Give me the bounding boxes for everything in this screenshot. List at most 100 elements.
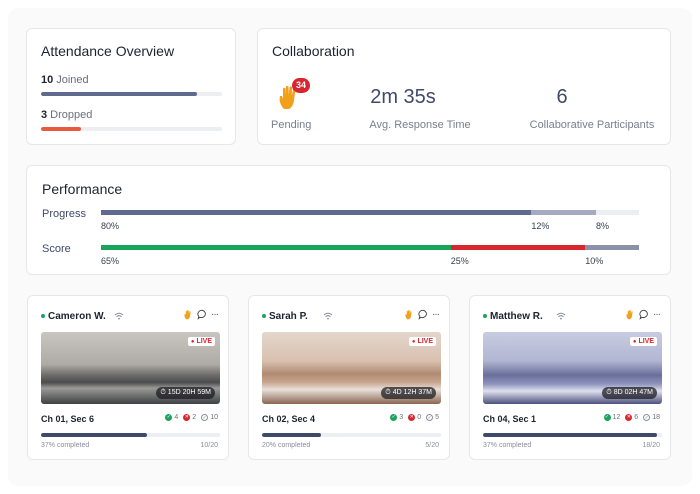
live-badge: LIVE	[629, 337, 657, 346]
close-icon: ✕	[183, 414, 191, 421]
card-actions: ···	[404, 309, 440, 320]
wifi-icon	[323, 312, 332, 320]
score-segment-label: 10%	[585, 256, 604, 266]
progress-segment-label: 8%	[595, 221, 609, 231]
wifi-icon	[556, 312, 566, 320]
more-options-icon[interactable]: ···	[432, 309, 440, 320]
dropped-stat: 3 Dropped	[41, 109, 92, 121]
more-options-icon[interactable]: ···	[211, 309, 219, 320]
student-name: Cameron W.	[48, 311, 106, 322]
response-time-label: Avg. Response Time	[369, 119, 471, 131]
chapter-section: Ch 04, Sec 1	[483, 414, 537, 424]
session-progress-bar	[262, 433, 441, 437]
live-badge: LIVE	[187, 337, 215, 346]
attendance-title: Attendance Overview	[41, 43, 175, 59]
progress-segment-label: 12%	[531, 221, 550, 231]
dropped-count: 3	[41, 109, 48, 121]
done-count: ✓ 5	[426, 414, 439, 421]
progress-ratio: 18/20	[642, 442, 660, 449]
dropped-label: Dropped	[50, 109, 93, 121]
done-count: ✓ 18	[643, 414, 660, 421]
joined-bar	[41, 92, 222, 96]
card-actions: ···	[183, 309, 219, 320]
student-name: Matthew R.	[490, 311, 543, 322]
joined-bar-fill	[41, 92, 197, 96]
online-dot	[41, 314, 45, 318]
pending-label: Pending	[271, 119, 312, 131]
chapter-section: Ch 01, Sec 6	[41, 414, 95, 424]
completed-label: 20% completed	[262, 442, 311, 449]
performance-card: Performance	[26, 165, 671, 275]
online-dot	[262, 314, 266, 318]
chat-icon[interactable]	[639, 309, 650, 320]
session-card[interactable]: Sarah P. ··· LIVE ⏱ 4D 12H 37M Ch 02, Se…	[248, 295, 450, 460]
session-progress-bar	[41, 433, 220, 437]
chat-icon[interactable]	[197, 309, 208, 320]
more-options-icon[interactable]: ···	[653, 309, 661, 320]
attendance-card: Attendance Overview 10 Joined 3 Dropped	[26, 28, 236, 145]
progress-ratio: 10/20	[200, 442, 218, 449]
wrong-count: ✕ 0	[408, 414, 422, 421]
progress-label: Progress	[42, 208, 87, 220]
score-segment	[450, 245, 586, 250]
online-dot	[483, 314, 487, 318]
score-segment	[101, 245, 451, 250]
done-icon: ✓	[426, 414, 434, 421]
collaboration-title: Collaboration	[272, 43, 355, 59]
done-count: ✓ 10	[201, 414, 218, 421]
session-card[interactable]: Cameron W. ··· LIVE ⏱ 15D 20H 59M Ch 01,…	[27, 295, 229, 460]
pending-badge: 34	[292, 78, 310, 93]
participants-label: Collaborative Participants	[529, 119, 655, 131]
wifi-icon	[114, 312, 124, 320]
answer-counts: ✓ 4 ✕ 2 ✓ 10	[165, 414, 218, 421]
check-icon: ✓	[603, 414, 611, 421]
check-icon: ✓	[390, 414, 398, 421]
session-progress-fill	[41, 433, 147, 437]
score-segment	[585, 245, 639, 250]
progress-segment	[531, 210, 596, 215]
chat-icon[interactable]	[418, 309, 429, 320]
joined-stat: 10 Joined	[41, 74, 89, 86]
joined-count: 10	[41, 74, 54, 86]
raised-hand-icon[interactable]	[183, 309, 194, 320]
student-name: Sarah P.	[269, 311, 308, 322]
score-segment-label: 25%	[450, 256, 469, 266]
performance-title: Performance	[42, 181, 123, 197]
answer-counts: ✓ 12 ✕ 6 ✓ 18	[603, 414, 660, 421]
raised-hand-icon[interactable]	[404, 309, 415, 320]
response-time-value: 2m 35s	[370, 86, 436, 108]
session-progress-bar	[483, 433, 662, 437]
correct-count: ✓ 12	[603, 414, 621, 421]
dropped-bar-fill	[41, 127, 81, 131]
answer-counts: ✓ 3 ✕ 0 ✓ 5	[390, 414, 439, 421]
close-icon: ✕	[625, 414, 633, 421]
done-icon: ✓	[643, 414, 651, 421]
session-card[interactable]: Matthew R. ··· LIVE ⏱ 8D 02H 47M Ch 04, …	[469, 295, 671, 460]
check-icon: ✓	[165, 414, 173, 421]
wrong-count: ✕ 6	[625, 414, 639, 421]
progress-segment	[595, 210, 639, 215]
chapter-section: Ch 02, Sec 4	[262, 414, 316, 424]
correct-count: ✓ 4	[165, 414, 179, 421]
progress-segment	[101, 210, 532, 215]
live-badge: LIVE	[408, 337, 436, 346]
participants-value: 6	[556, 86, 568, 108]
session-progress-fill	[262, 433, 322, 437]
score-segment-label: 65%	[101, 256, 120, 266]
score-label: Score	[42, 243, 71, 255]
session-progress-fill	[483, 433, 657, 437]
close-icon: ✕	[408, 414, 416, 421]
dropped-bar	[41, 127, 222, 131]
raised-hand-icon[interactable]	[625, 309, 636, 320]
completed-label: 37% completed	[41, 442, 90, 449]
correct-count: ✓ 3	[390, 414, 404, 421]
progress-segment-label: 80%	[101, 221, 120, 231]
video-thumbnail[interactable]: LIVE ⏱ 8D 02H 47M	[483, 332, 662, 404]
session-timer: ⏱ 4D 12H 37M	[381, 387, 436, 399]
video-thumbnail[interactable]: LIVE ⏱ 4D 12H 37M	[262, 332, 441, 404]
session-timer: ⏱ 15D 20H 59M	[156, 387, 215, 399]
card-actions: ···	[625, 309, 661, 320]
video-thumbnail[interactable]: LIVE ⏱ 15D 20H 59M	[41, 332, 220, 404]
completed-label: 37% completed	[483, 442, 532, 449]
progress-ratio: 5/20	[425, 442, 439, 449]
